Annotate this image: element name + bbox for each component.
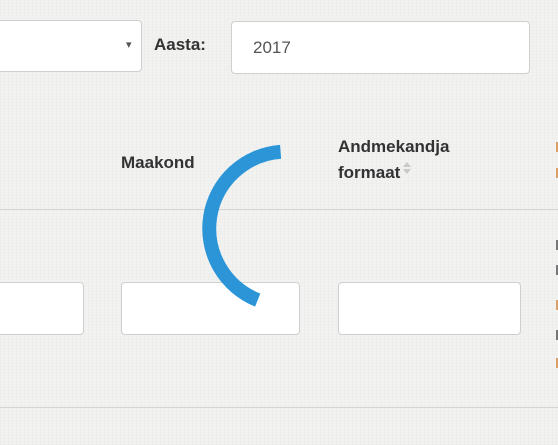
column-header-maakond[interactable]: Maakond (121, 150, 195, 176)
column-header-formaat-line1: Andmekandja (338, 137, 450, 156)
year-label: Aasta: (154, 35, 206, 54)
row-divider (0, 407, 558, 408)
column-filter-input[interactable] (0, 282, 84, 335)
column-header-maakond-label: Maakond (121, 153, 195, 172)
sort-icon[interactable] (403, 162, 412, 176)
year-input[interactable] (231, 21, 530, 74)
filter-select[interactable] (0, 20, 142, 72)
column-header-formaat[interactable]: Andmekandja formaat (338, 134, 518, 186)
chevron-down-icon: ▾ (126, 39, 132, 51)
formaat-filter-input[interactable] (338, 282, 521, 335)
maakond-filter-input[interactable] (121, 282, 300, 335)
header-divider (0, 209, 558, 210)
column-header-formaat-line2: formaat (338, 163, 401, 182)
